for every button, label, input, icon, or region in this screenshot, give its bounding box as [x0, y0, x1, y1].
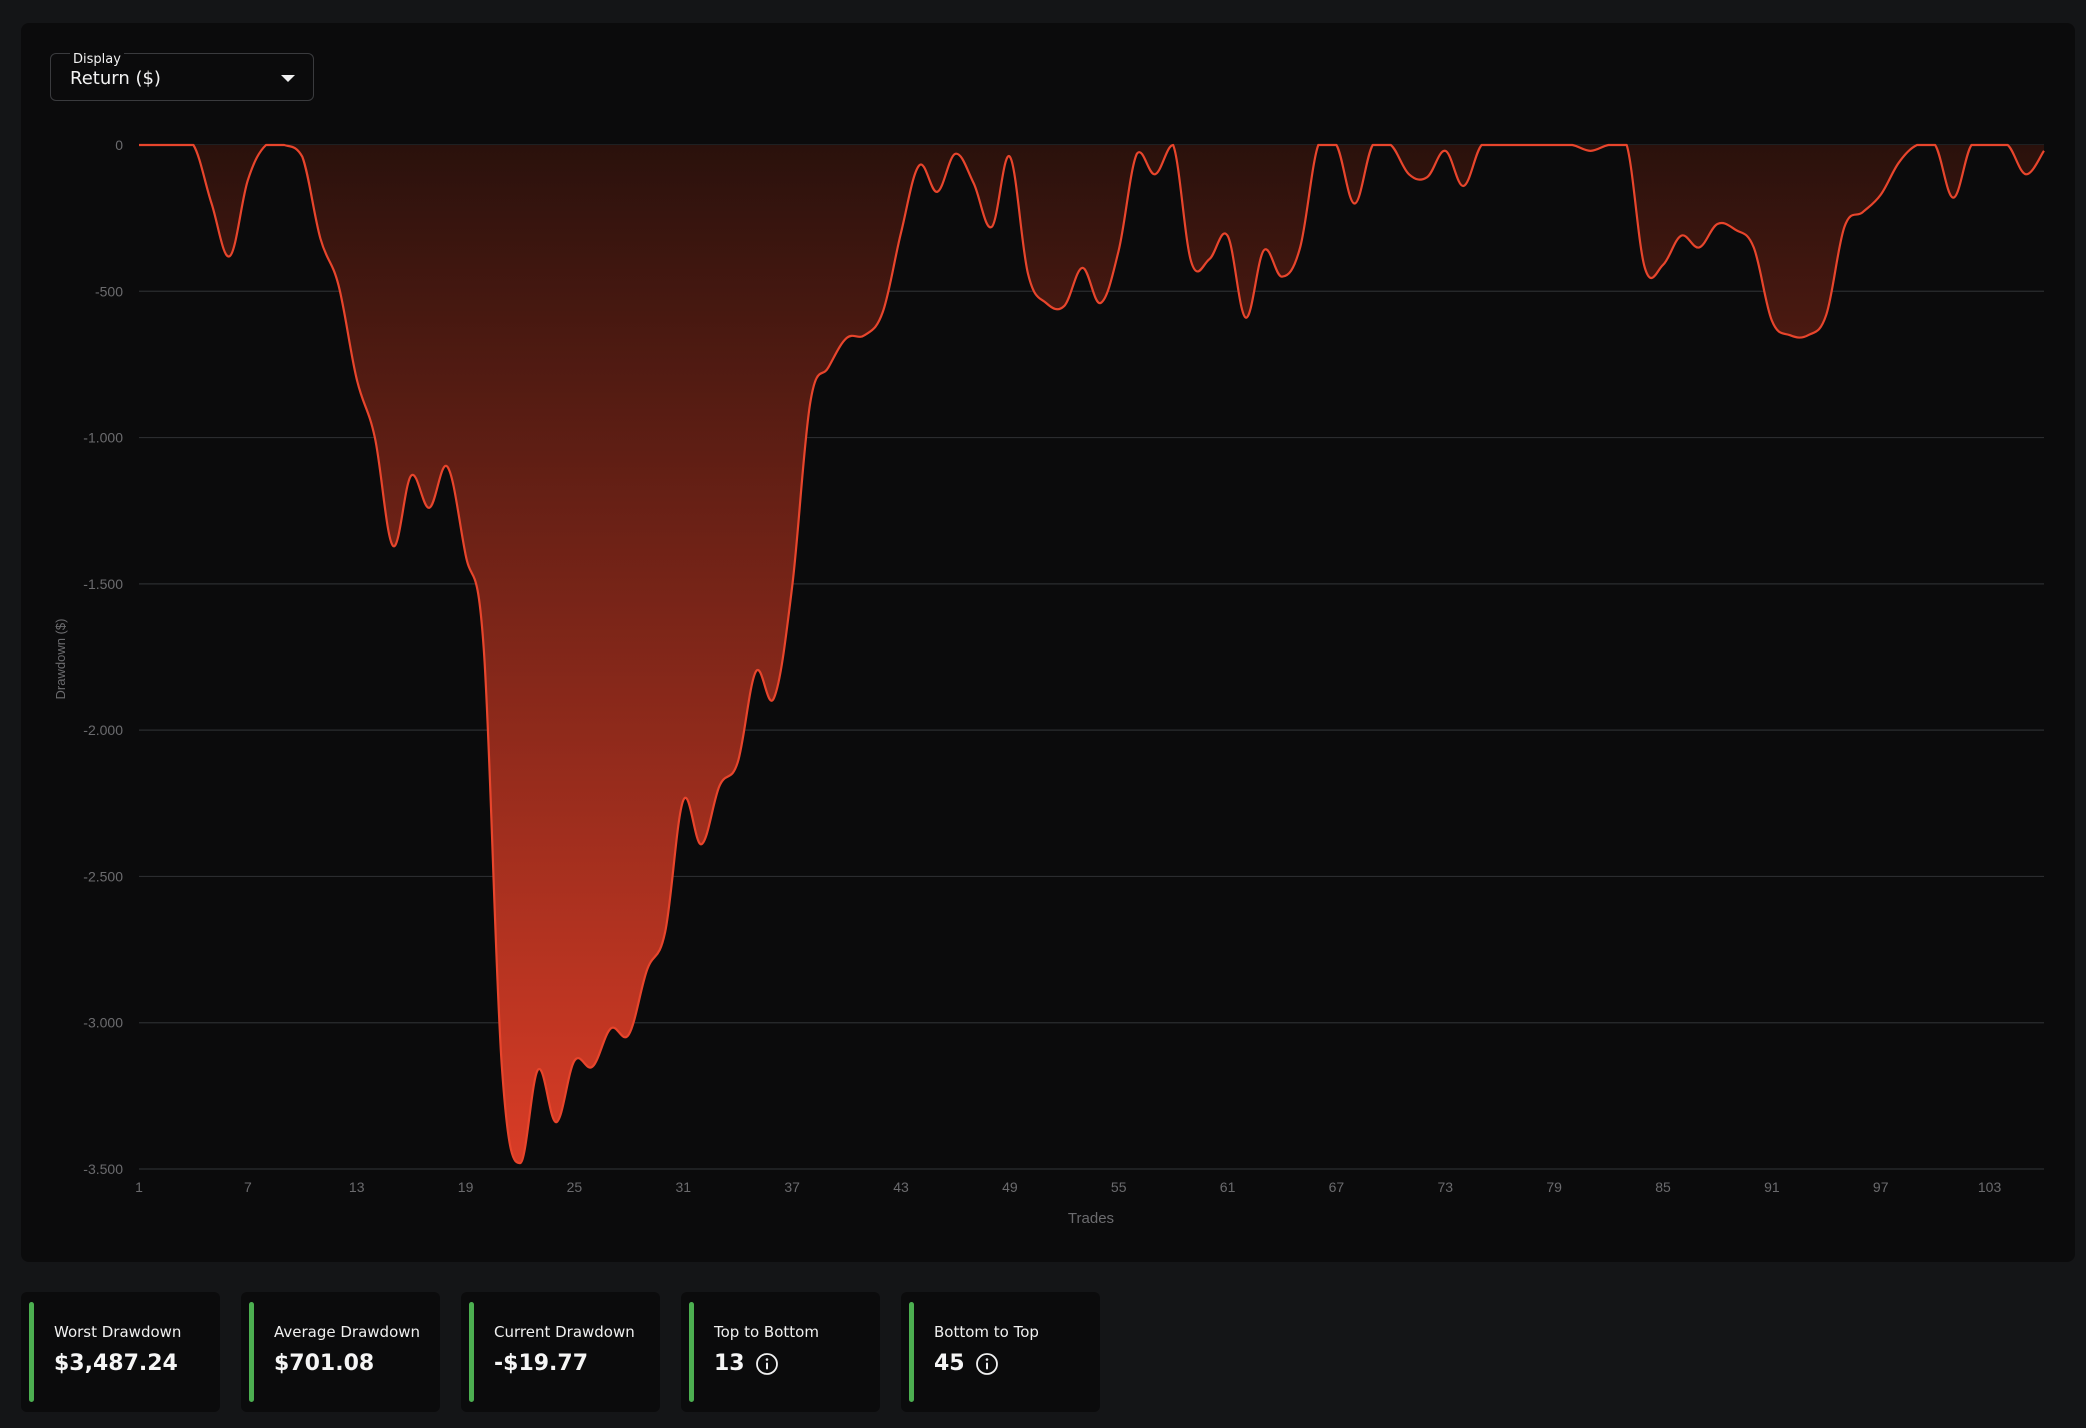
x-tick-label: 97 [1873, 1179, 1889, 1195]
y-tick-label: -3.500 [83, 1161, 123, 1177]
y-tick-label: -1.000 [83, 430, 123, 446]
stat-card-accent [29, 1302, 34, 1402]
stat-card-label: Current Drawdown [494, 1323, 635, 1341]
x-tick-label: 37 [784, 1179, 800, 1195]
drawdown-chart: 0 -500 -1.000 -1.500 -2.000 -2.500 -3.000 -3.50… [53, 137, 2045, 1227]
x-tick-label: 73 [1437, 1179, 1453, 1195]
y-tick-label: -1.500 [83, 576, 123, 592]
stat-card-label: Top to Bottom [714, 1323, 819, 1341]
x-tick-label: 25 [567, 1179, 583, 1195]
stat-card-value: -$19.77 [494, 1351, 589, 1376]
x-tick-label: 19 [458, 1179, 474, 1195]
x-tick-label: 49 [1002, 1179, 1018, 1195]
y-tick-label: -500 [95, 283, 123, 299]
y-tick-label: -2.500 [83, 868, 123, 884]
y-tick-label: 0 [115, 137, 123, 153]
x-tick-label: 31 [675, 1179, 691, 1195]
info-icon[interactable] [755, 1352, 779, 1376]
stat-card: Top to Bottom 13 [681, 1292, 880, 1412]
x-tick-label: 7 [244, 1179, 252, 1195]
x-axis-label: Trades [1068, 1210, 1114, 1227]
stat-card-value-row: $701.08 [274, 1351, 374, 1376]
stat-card: Worst Drawdown $3,487.24 [21, 1292, 220, 1412]
stat-card-value-row: 13 [714, 1351, 779, 1376]
stat-card-accent [909, 1302, 914, 1402]
drawdown-area-fill [139, 145, 2044, 1164]
stat-card-value: 45 [934, 1351, 965, 1376]
y-tick-label: -2.000 [83, 722, 123, 738]
stat-card-value-row: 45 [934, 1351, 999, 1376]
stat-card-label: Worst Drawdown [54, 1323, 182, 1341]
stat-card-accent [689, 1302, 694, 1402]
y-tick-label: -3.000 [83, 1015, 123, 1031]
stat-card-value-row: $3,487.24 [54, 1351, 178, 1376]
x-tick-label: 61 [1220, 1179, 1236, 1195]
stat-card-value: $3,487.24 [54, 1351, 178, 1376]
info-icon[interactable] [975, 1352, 999, 1376]
stat-card-label: Bottom to Top [934, 1323, 1039, 1341]
stat-card-label: Average Drawdown [274, 1323, 421, 1341]
stat-card-value: $701.08 [274, 1351, 375, 1376]
stat-card-accent [249, 1302, 254, 1402]
y-axis-label: Drawdown ($) [53, 619, 68, 700]
stat-card-accent [469, 1302, 474, 1402]
stat-card-value-row: -$19.77 [494, 1351, 588, 1376]
x-tick-label: 13 [349, 1179, 365, 1195]
stat-card: Bottom to Top 45 [901, 1292, 1100, 1412]
x-tick-label: 1 [135, 1179, 143, 1195]
x-tick-label: 91 [1764, 1179, 1780, 1195]
x-tick-label: 85 [1655, 1179, 1671, 1195]
x-tick-label: 67 [1329, 1179, 1345, 1195]
stat-card: Current Drawdown -$19.77 [461, 1292, 660, 1412]
x-tick-label: 55 [1111, 1179, 1127, 1195]
x-tick-label: 43 [893, 1179, 909, 1195]
stat-card-value: 13 [714, 1351, 745, 1376]
x-tick-label: 79 [1546, 1179, 1562, 1195]
x-tick-label: 103 [1978, 1179, 2002, 1195]
stat-card: Average Drawdown $701.08 [241, 1292, 440, 1412]
